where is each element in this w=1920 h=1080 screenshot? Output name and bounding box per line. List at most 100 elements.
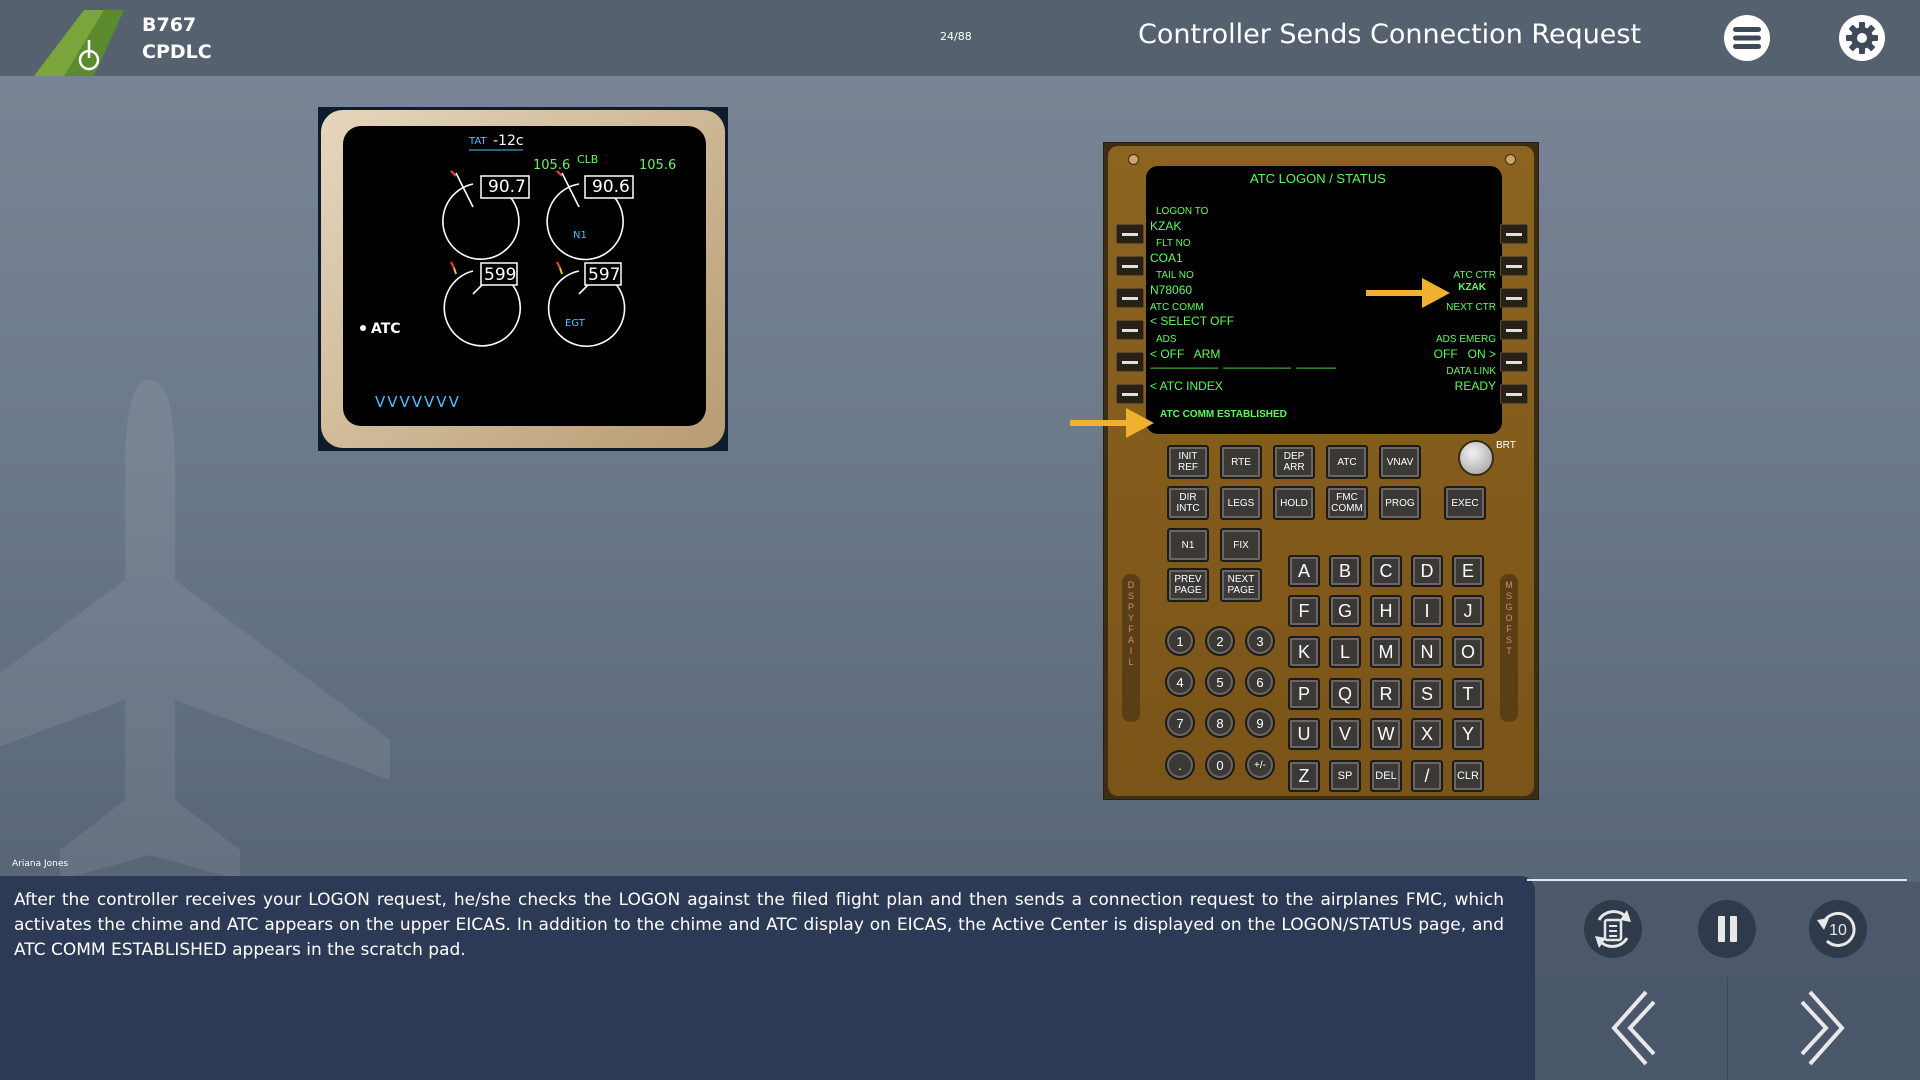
- key-dot[interactable]: .: [1165, 750, 1195, 780]
- lsk-6r[interactable]: [1500, 384, 1528, 404]
- fmc-cdu: ATC LOGON / STATUS LOGON TO KZAK FLT NO …: [1103, 142, 1539, 800]
- key-e[interactable]: E: [1452, 555, 1484, 587]
- lsk-3r[interactable]: [1500, 288, 1528, 308]
- key-r[interactable]: R: [1370, 678, 1402, 710]
- lsk-5r[interactable]: [1500, 352, 1528, 372]
- key-q[interactable]: Q: [1329, 678, 1361, 710]
- next-button[interactable]: [1785, 988, 1865, 1068]
- lsk-4r[interactable]: [1500, 320, 1528, 340]
- dir-intc-key[interactable]: DIR INTC: [1167, 486, 1209, 520]
- lsk-6l[interactable]: [1116, 384, 1144, 404]
- menu-button[interactable]: [1724, 15, 1770, 61]
- settings-button[interactable]: [1839, 15, 1885, 61]
- replay-button[interactable]: [1582, 898, 1644, 960]
- key-t[interactable]: T: [1452, 678, 1484, 710]
- key-7[interactable]: 7: [1165, 708, 1195, 738]
- lsk-1r[interactable]: [1500, 224, 1528, 244]
- vnav-key[interactable]: VNAV: [1379, 445, 1421, 479]
- course-label: CPDLC: [142, 41, 212, 63]
- lsk-2r[interactable]: [1500, 256, 1528, 276]
- key-z[interactable]: Z: [1288, 760, 1320, 792]
- lsk-2l[interactable]: [1116, 256, 1144, 276]
- atc-key[interactable]: ATC: [1326, 445, 1368, 479]
- playback-controls: 10: [1535, 882, 1920, 1080]
- prev-page-key[interactable]: PREV PAGE: [1167, 568, 1209, 602]
- dep-arr-key[interactable]: DEP ARR: [1273, 445, 1315, 479]
- init-ref-key[interactable]: INIT REF: [1167, 445, 1209, 479]
- l3-value: N78060: [1150, 283, 1193, 297]
- caption-panel: After the controller receives your LOGON…: [0, 876, 1535, 1080]
- key-c[interactable]: C: [1370, 555, 1402, 587]
- key-9[interactable]: 9: [1245, 708, 1275, 738]
- fix-key[interactable]: FIX: [1220, 528, 1262, 562]
- key-k[interactable]: K: [1288, 636, 1320, 668]
- tail-logo-icon: [34, 10, 124, 76]
- tat-value: -12c: [493, 133, 524, 149]
- previous-button[interactable]: [1591, 988, 1671, 1068]
- key-1[interactable]: 1: [1165, 626, 1195, 656]
- hold-key[interactable]: HOLD: [1273, 486, 1315, 520]
- key-6[interactable]: 6: [1245, 667, 1275, 697]
- l4-value[interactable]: < SELECT OFF: [1150, 314, 1234, 328]
- egt-label: EGT: [565, 318, 585, 329]
- egt-right-value: 597: [588, 265, 621, 285]
- key-clr[interactable]: CLR: [1452, 760, 1484, 792]
- key-h[interactable]: H: [1370, 595, 1402, 627]
- pause-icon: [1698, 900, 1756, 958]
- msg-ofst-text: M S G O F S T: [1505, 580, 1513, 656]
- lsk-1l[interactable]: [1116, 224, 1144, 244]
- key-2[interactable]: 2: [1205, 626, 1235, 656]
- key-u[interactable]: U: [1288, 718, 1320, 750]
- lsk-4l[interactable]: [1116, 320, 1144, 340]
- key-w[interactable]: W: [1370, 718, 1402, 750]
- key-n[interactable]: N: [1411, 636, 1443, 668]
- key-a[interactable]: A: [1288, 555, 1320, 587]
- key-sp[interactable]: SP: [1329, 760, 1361, 792]
- n1-left-value: 90.7: [488, 177, 526, 197]
- r3-value: KZAK: [1458, 282, 1486, 293]
- l5-value[interactable]: < OFF ARM: [1150, 347, 1220, 361]
- key-slash[interactable]: /: [1411, 760, 1443, 792]
- n1-key[interactable]: N1: [1167, 528, 1209, 562]
- l1-label: LOGON TO: [1156, 206, 1209, 217]
- aircraft-label: B767: [142, 14, 197, 36]
- key-b[interactable]: B: [1329, 555, 1361, 587]
- key-del[interactable]: DEL: [1370, 760, 1402, 792]
- key-j[interactable]: J: [1452, 595, 1484, 627]
- key-o[interactable]: O: [1452, 636, 1484, 668]
- rewind-10-button[interactable]: 10: [1807, 898, 1869, 960]
- key-v[interactable]: V: [1329, 718, 1361, 750]
- arrow-icon: [1366, 278, 1450, 308]
- rte-key[interactable]: RTE: [1220, 445, 1262, 479]
- r5-value[interactable]: OFF ON >: [1434, 347, 1496, 361]
- key-5[interactable]: 5: [1205, 667, 1235, 697]
- key-8[interactable]: 8: [1205, 708, 1235, 738]
- lsk-5l[interactable]: [1116, 352, 1144, 372]
- key-l[interactable]: L: [1329, 636, 1361, 668]
- l2-label: FLT NO: [1156, 238, 1191, 249]
- key-y[interactable]: Y: [1452, 718, 1484, 750]
- brightness-knob[interactable]: [1458, 440, 1494, 476]
- key-f[interactable]: F: [1288, 595, 1320, 627]
- key-s[interactable]: S: [1411, 678, 1443, 710]
- next-page-key[interactable]: NEXT PAGE: [1220, 568, 1262, 602]
- lsk-3l[interactable]: [1116, 288, 1144, 308]
- pause-button[interactable]: [1696, 898, 1758, 960]
- key-i[interactable]: I: [1411, 595, 1443, 627]
- key-3[interactable]: 3: [1245, 626, 1275, 656]
- exec-key[interactable]: EXEC: [1444, 486, 1486, 520]
- key-p[interactable]: P: [1288, 678, 1320, 710]
- key-x[interactable]: X: [1411, 718, 1443, 750]
- l6-value[interactable]: < ATC INDEX: [1150, 379, 1223, 393]
- key-plus-minus[interactable]: +/-: [1245, 750, 1275, 780]
- prog-key[interactable]: PROG: [1379, 486, 1421, 520]
- n1-limit-right: 105.6: [639, 158, 677, 173]
- key-0[interactable]: 0: [1205, 750, 1235, 780]
- key-4[interactable]: 4: [1165, 667, 1195, 697]
- key-m[interactable]: M: [1370, 636, 1402, 668]
- legs-key[interactable]: LEGS: [1220, 486, 1262, 520]
- fmc-comm-key[interactable]: FMC COMM: [1326, 486, 1368, 520]
- progress-bar[interactable]: [1527, 879, 1907, 881]
- key-g[interactable]: G: [1329, 595, 1361, 627]
- key-d[interactable]: D: [1411, 555, 1443, 587]
